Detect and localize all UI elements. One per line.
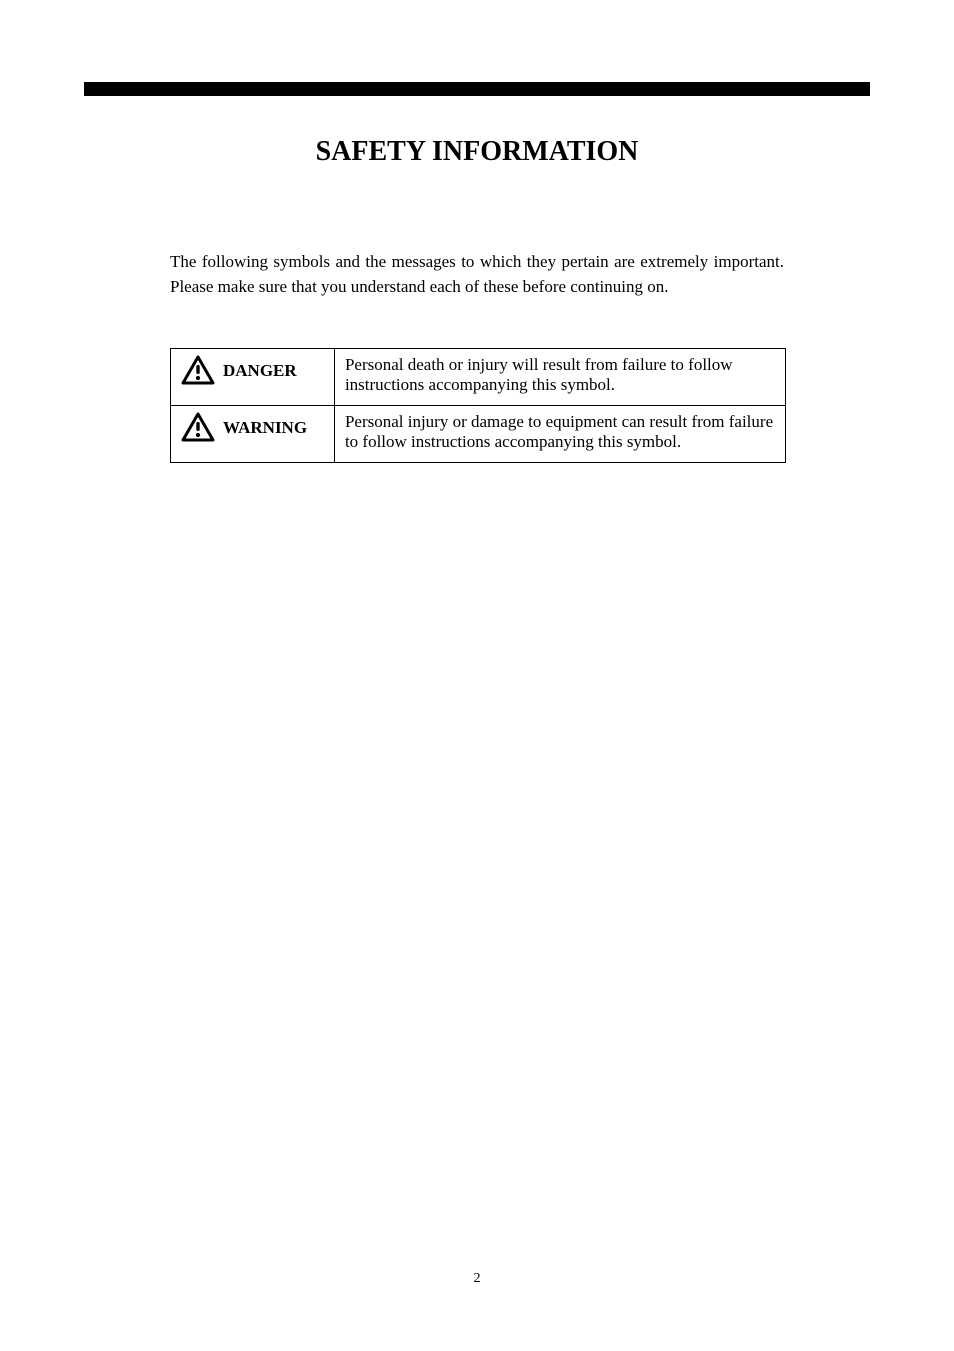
safety-symbols-table: DANGER Personal death or injury will res…	[170, 348, 786, 463]
symbol-definition: Personal death or injury will result fro…	[334, 349, 785, 406]
warning-triangle-icon	[181, 355, 215, 385]
page-title: SAFETY INFORMATION	[170, 134, 784, 170]
page-number: 2	[0, 1271, 954, 1287]
warning-triangle-icon	[181, 412, 215, 442]
table-row: DANGER Personal death or injury will res…	[171, 349, 786, 406]
table-row: WARNING Personal injury or damage to equ…	[171, 406, 786, 463]
symbol-label: WARNING	[223, 412, 307, 438]
header-rule	[84, 82, 870, 96]
symbol-definition: Personal injury or damage to equipment c…	[334, 406, 785, 463]
intro-paragraph: The following symbols and the messages t…	[170, 250, 784, 299]
symbol-label: DANGER	[223, 355, 297, 381]
